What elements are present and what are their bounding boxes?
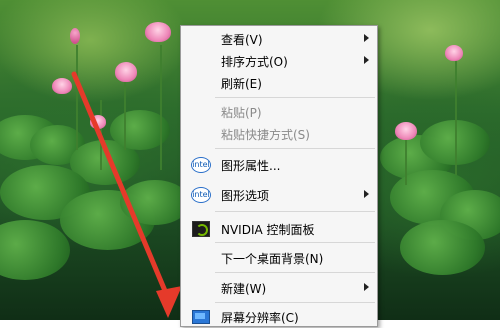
menu-item-label: 排序方式(O) [221, 55, 288, 69]
nvidia-icon [191, 221, 211, 237]
menu-item-label: 新建(W) [221, 282, 267, 296]
lotus-flower [52, 78, 72, 94]
intel-logo-icon: intel [191, 187, 211, 203]
lotus-flower [145, 22, 171, 42]
menu-item-new[interactable]: 新建(W) [181, 277, 377, 299]
lotus-flower [395, 122, 417, 140]
menu-separator [215, 148, 375, 149]
menu-item-paste-shortcut: 粘贴快捷方式(S) [181, 123, 377, 145]
menu-item-next-desktop-background[interactable]: 下一个桌面背景(N) [181, 247, 377, 269]
submenu-arrow-icon [364, 283, 369, 291]
submenu-arrow-icon [364, 56, 369, 64]
submenu-arrow-icon [364, 190, 369, 198]
lotus-bud [70, 28, 80, 44]
menu-item-view[interactable]: 查看(V) [181, 28, 377, 50]
menu-item-label: 粘贴快捷方式(S) [221, 128, 310, 142]
menu-separator [215, 272, 375, 273]
lotus-flower [90, 115, 106, 129]
menu-separator [215, 211, 375, 212]
menu-item-graphics-properties[interactable]: intel 图形属性... [181, 154, 377, 176]
lotus-stem [160, 45, 162, 170]
display-icon [191, 309, 211, 325]
menu-item-sort-by[interactable]: 排序方式(O) [181, 50, 377, 72]
menu-item-graphics-options[interactable]: intel 图形选项 [181, 184, 377, 206]
menu-item-label: 图形属性... [221, 159, 281, 173]
intel-icon: intel [191, 157, 211, 173]
menu-separator [215, 242, 375, 243]
lotus-stem [405, 140, 407, 185]
menu-item-label: 图形选项 [221, 189, 270, 203]
lotus-stem [100, 100, 102, 170]
screen-resolution-icon [192, 310, 210, 324]
menu-item-label: 粘贴(P) [221, 106, 262, 120]
menu-separator [215, 97, 375, 98]
menu-item-label: 下一个桌面背景(N) [221, 252, 324, 266]
menu-item-label: NVIDIA 控制面板 [221, 223, 315, 237]
menu-item-label: 屏幕分辨率(C) [221, 311, 299, 325]
menu-item-refresh[interactable]: 刷新(E) [181, 72, 377, 94]
menu-item-screen-resolution[interactable]: 屏幕分辨率(C) [181, 306, 377, 328]
lotus-leaf [0, 220, 70, 280]
lotus-leaf [400, 220, 485, 275]
menu-item-label: 刷新(E) [221, 77, 262, 91]
lotus-stem [76, 45, 78, 150]
lotus-stem [455, 55, 457, 175]
lotus-flower [445, 45, 463, 61]
menu-item-nvidia-control-panel[interactable]: NVIDIA 控制面板 [181, 218, 377, 240]
lotus-flower [115, 62, 137, 82]
nvidia-logo-icon [192, 221, 210, 237]
menu-separator [215, 302, 375, 303]
intel-icon: intel [191, 187, 211, 203]
lotus-stem [124, 80, 126, 150]
desktop-context-menu: 查看(V) 排序方式(O) 刷新(E) 粘贴(P) 粘贴快捷方式(S) inte… [180, 25, 378, 327]
intel-logo-icon: intel [191, 157, 211, 173]
menu-item-label: 查看(V) [221, 33, 263, 47]
menu-item-paste: 粘贴(P) [181, 101, 377, 123]
submenu-arrow-icon [364, 34, 369, 42]
